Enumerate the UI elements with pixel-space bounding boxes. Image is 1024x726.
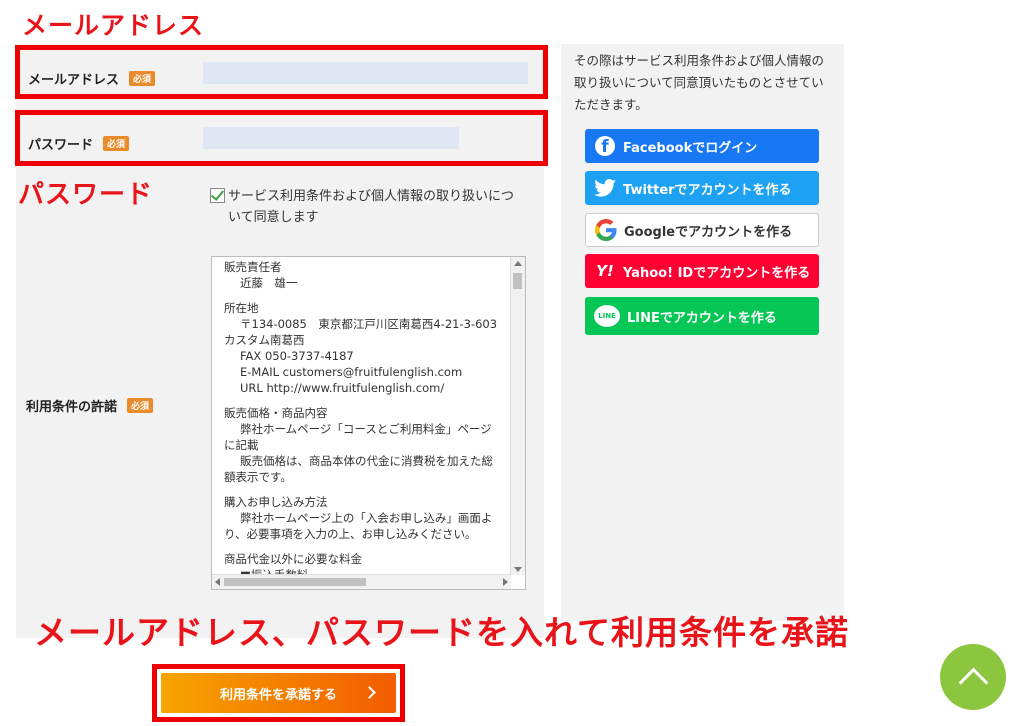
terms-label: 利用条件の許諾 必須 bbox=[26, 396, 154, 415]
scroll-right-arrow[interactable] bbox=[503, 578, 508, 586]
password-label: パスワード 必須 bbox=[28, 134, 130, 153]
password-row: パスワード 必須 bbox=[15, 110, 548, 166]
twitter-label: Twitterでアカウントを作る bbox=[623, 182, 792, 198]
email-label: メールアドレス 必須 bbox=[28, 69, 156, 88]
terms-section-title: 商品代金以外に必要な料金 bbox=[224, 552, 362, 566]
scroll-thumb[interactable] bbox=[513, 273, 522, 289]
google-icon bbox=[594, 218, 618, 242]
vertical-scrollbar[interactable] bbox=[510, 257, 525, 575]
annotation-instruction: メールアドレス、パスワードを入れて利用条件を承諾 bbox=[34, 613, 850, 652]
facebook-label: Facebookでログイン bbox=[623, 140, 758, 156]
google-signup-button[interactable]: Googleでアカウントを作る bbox=[585, 213, 819, 247]
required-badge: 必須 bbox=[127, 398, 154, 413]
password-input[interactable] bbox=[203, 127, 459, 149]
line-signup-button[interactable]: LINE LINEでアカウントを作る bbox=[585, 297, 819, 335]
terms-line: 弊社ホームページ「コースとご利用料金」ページに記載 bbox=[224, 422, 492, 452]
line-icon: LINE bbox=[593, 304, 621, 328]
email-input[interactable] bbox=[203, 62, 528, 84]
submit-highlight: 利用条件を承諾する bbox=[152, 664, 405, 722]
terms-line: E-MAIL customers@fruitfulenglish.com bbox=[240, 365, 463, 379]
email-row: メールアドレス 必須 bbox=[15, 45, 548, 99]
horizontal-scrollbar[interactable] bbox=[212, 574, 511, 589]
yahoo-signup-button[interactable]: Y! Yahoo! IDでアカウントを作る bbox=[585, 254, 819, 288]
required-badge: 必須 bbox=[103, 136, 130, 151]
terms-line: 〒134-0085 東京都江戸川区南葛西4-21-3-603 カスタム南葛西 bbox=[224, 317, 509, 347]
twitter-signup-button[interactable]: Twitterでアカウントを作る bbox=[585, 171, 819, 205]
social-note: その際はサービス利用条件および個人情報の取り扱いについて同意頂いたものとさせてい… bbox=[574, 53, 825, 112]
line-label: LINEでアカウントを作る bbox=[627, 310, 777, 326]
required-badge: 必須 bbox=[129, 71, 156, 86]
terms-line: URL http://www.fruitfulenglish.com/ bbox=[240, 381, 445, 395]
annotation-email: メールアドレス bbox=[22, 11, 205, 40]
terms-section-title: 購入お申し込み方法 bbox=[224, 495, 328, 509]
facebook-login-button[interactable]: f Facebookでログイン bbox=[585, 129, 819, 163]
terms-line: 弊社ホームページ上の「入会お申し込み」画面より、必要事項を入力の上、お申し込みく… bbox=[224, 511, 493, 541]
terms-section-title: 販売価格・商品内容 bbox=[224, 406, 328, 420]
terms-line: FAX 050-3737-4187 bbox=[240, 349, 354, 363]
scroll-thumb[interactable] bbox=[224, 578, 366, 586]
terms-line: 近藤 雄一 bbox=[240, 276, 298, 290]
chevron-right-icon bbox=[363, 686, 376, 699]
accept-terms-button[interactable]: 利用条件を承諾する bbox=[161, 673, 396, 713]
yahoo-label: Yahoo! IDでアカウントを作る bbox=[623, 265, 811, 281]
terms-line: 販売価格は、商品本体の代金に消費税を加えた総額表示です。 bbox=[224, 454, 493, 484]
scroll-to-top-button[interactable] bbox=[940, 644, 1006, 710]
scroll-up-arrow[interactable] bbox=[514, 261, 522, 266]
agree-text: サービス利用条件および個人情報の取り扱いについて同意します bbox=[228, 189, 515, 225]
terms-content: 販売責任者 近藤 雄一 所在地 〒134-0085 東京都江戸川区南葛西4-21… bbox=[224, 259, 509, 592]
scroll-down-arrow[interactable] bbox=[514, 567, 522, 572]
terms-section-title: 販売責任者 bbox=[224, 260, 282, 274]
terms-textarea[interactable]: 販売責任者 近藤 雄一 所在地 〒134-0085 東京都江戸川区南葛西4-21… bbox=[211, 256, 526, 590]
terms-section-title: 所在地 bbox=[224, 301, 259, 315]
annotation-password: パスワード bbox=[18, 180, 154, 210]
facebook-icon: f bbox=[593, 134, 617, 158]
twitter-icon bbox=[593, 176, 617, 200]
yahoo-icon: Y! bbox=[596, 262, 614, 280]
google-label: Googleでアカウントを作る bbox=[624, 224, 793, 240]
accept-terms-label: 利用条件を承諾する bbox=[219, 687, 337, 703]
scroll-left-arrow[interactable] bbox=[215, 578, 220, 586]
agree-checkbox[interactable] bbox=[210, 188, 225, 203]
